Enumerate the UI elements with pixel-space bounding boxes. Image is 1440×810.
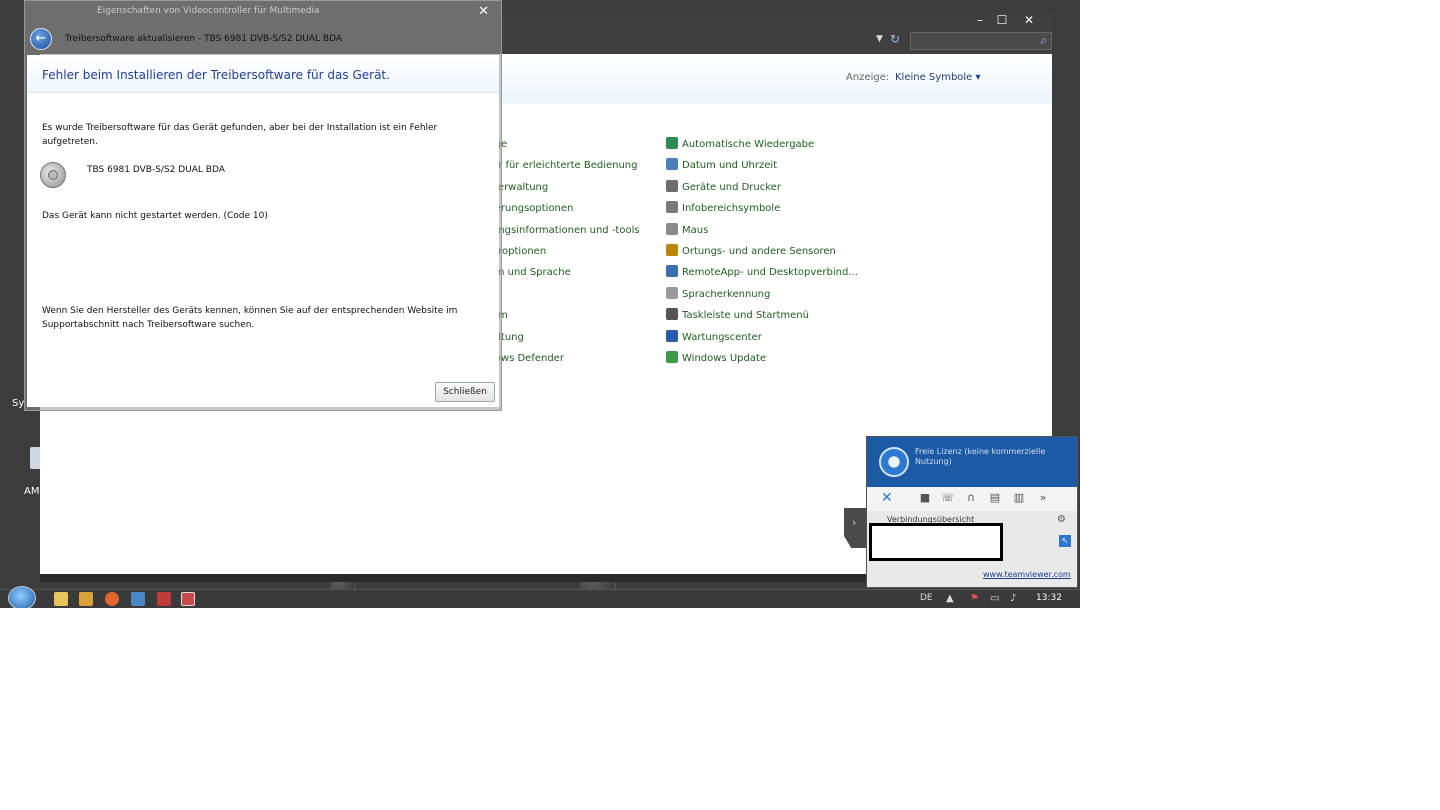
- more-icon[interactable]: »: [1037, 492, 1049, 504]
- control-panel-item[interactable]: Geräte und Drucker: [666, 179, 781, 196]
- view-label: Anzeige:: [846, 72, 890, 83]
- notification-icon: [666, 201, 678, 214]
- microphone-icon: [666, 286, 678, 299]
- action-center-flag-icon[interactable]: ⚑: [970, 593, 979, 604]
- control-panel-item[interactable]: Automatische Wiedergabe: [666, 137, 814, 153]
- teamviewer-header: Freie Lizenz (keine kommerzielle Nutzung…: [867, 437, 1077, 487]
- install-error-message: Es wurde Treibersoftware für das Gerät g…: [42, 123, 438, 147]
- control-panel-item-label: RemoteApp- und Desktopverbind...: [682, 267, 858, 279]
- control-panel-item-label: Maus: [682, 224, 709, 236]
- close-window-button[interactable]: ✕: [1017, 12, 1041, 28]
- autoplay-icon: [666, 137, 678, 149]
- desktop: Sy AM – ☐ ✕ ▼ ↻ ⌕ Anzeige: Kleine Symbol…: [0, 0, 1080, 608]
- dialog-body: Fehler beim Installieren der Treibersoft…: [27, 55, 499, 407]
- control-panel-item[interactable]: Ortungs- und andere Sensoren: [666, 244, 836, 260]
- vendor-hint-text: Wenn Sie den Hersteller des Geräts kenne…: [42, 306, 458, 330]
- control-panel-item[interactable]: Taskleiste und Startmenü: [666, 308, 809, 324]
- device-name: TBS 6981 DVB-S/S2 DUAL BDA: [87, 165, 225, 175]
- language-indicator[interactable]: DE: [920, 593, 933, 603]
- view-mode-dropdown[interactable]: Kleine Symbole ▾: [895, 72, 981, 83]
- dialog-heading: Fehler beim Installieren der Treibersoft…: [42, 68, 390, 82]
- license-text: Freie Lizenz (keine kommerzielle Nutzung…: [915, 447, 1046, 466]
- control-panel-item[interactable]: Spracherkennung: [666, 286, 771, 303]
- network-icon[interactable]: ▭: [990, 593, 999, 604]
- teamviewer-panel: Freie Lizenz (keine kommerzielle Nutzung…: [866, 436, 1078, 588]
- driver-update-dialog: Eigenschaften von Videocontroller für Mu…: [24, 0, 502, 411]
- control-panel-item[interactable]: on und Sprache: [492, 265, 571, 281]
- volume-icon[interactable]: ♪: [1010, 593, 1016, 604]
- firefox-icon[interactable]: [105, 592, 119, 606]
- control-panel-item-label: Automatische Wiedergabe: [682, 139, 815, 150]
- remoteapp-icon: [666, 265, 678, 278]
- control-panel-item[interactable]: Windows Update: [666, 351, 766, 367]
- chevron-right-icon: ›: [852, 516, 857, 529]
- speaker-device-icon: [40, 162, 66, 188]
- control-panel-item[interactable]: er für erleichterte Bedienung: [492, 158, 638, 174]
- control-panel-item-label: Taskleiste und Startmenü: [682, 310, 809, 322]
- video-icon[interactable]: ■: [919, 492, 931, 504]
- search-input[interactable]: ⌕: [910, 32, 1052, 50]
- media-player-icon[interactable]: [79, 592, 93, 606]
- control-panel-item-label: Geräte und Drucker: [682, 181, 781, 193]
- start-button[interactable]: [8, 586, 36, 608]
- chat-icon[interactable]: ▤: [989, 492, 1001, 504]
- desktop-icon-label[interactable]: AM: [24, 486, 39, 497]
- control-panel-item-label: Wartungscenter: [682, 331, 762, 343]
- desktop-icon-label[interactable]: Sy: [12, 398, 24, 409]
- computer-icon[interactable]: [131, 592, 145, 606]
- phone-icon[interactable]: ☏: [941, 492, 955, 504]
- refresh-icon[interactable]: ↻: [890, 32, 900, 46]
- control-panel-item[interactable]: RemoteApp- und Desktopverbind...: [666, 265, 858, 281]
- windows-update-icon: [666, 351, 678, 363]
- explorer-icon[interactable]: [54, 592, 68, 606]
- control-panel-item[interactable]: Infobereichsymbole: [666, 201, 780, 217]
- file-transfer-icon[interactable]: ▥: [1013, 492, 1025, 504]
- clock[interactable]: 13:32: [1036, 593, 1062, 603]
- printer-icon: [666, 179, 678, 192]
- teamviewer-toolbar: ✕ ■ ☏ ∩ ▤ ▥ »: [867, 487, 1077, 511]
- properties-window-strip: Eigenschaften von Videocontroller für Mu…: [25, 1, 501, 25]
- close-icon[interactable]: ✕: [478, 4, 489, 19]
- show-hidden-icons-icon[interactable]: ▲: [946, 593, 954, 604]
- control-panel-item-label: Infobereichsymbole: [682, 203, 781, 215]
- maximize-button[interactable]: ☐: [990, 12, 1014, 28]
- mouse-icon: [666, 222, 678, 235]
- control-panel-item[interactable]: Maus: [666, 222, 709, 239]
- control-panel-item-label: Datum und Uhrzeit: [682, 160, 778, 172]
- redacted-box: [869, 523, 1003, 561]
- flag-icon: [666, 329, 678, 342]
- control-panel-item-label: Windows Update: [682, 353, 767, 364]
- teamviewer-logo-icon: [879, 447, 909, 477]
- dialog-heading-bar: Fehler beim Installieren der Treibersoft…: [27, 55, 499, 93]
- active-app-icon[interactable]: [181, 592, 195, 606]
- app-icon[interactable]: [157, 592, 171, 606]
- control-panel-item[interactable]: Wartungscenter: [666, 329, 762, 346]
- taskbar-icon: [666, 308, 678, 321]
- search-icon[interactable]: ⌕: [1040, 33, 1047, 48]
- error-code-text: Das Gerät kann nicht gestartet werden. (…: [42, 211, 268, 221]
- control-panel-item-label: Ortungs- und andere Sensoren: [682, 246, 836, 257]
- headset-icon[interactable]: ∩: [965, 492, 977, 504]
- teamviewer-link[interactable]: www.teamviewer.com: [983, 570, 1071, 579]
- control-panel-item[interactable]: Datum und Uhrzeit: [666, 158, 777, 174]
- cursor-icon[interactable]: ↖: [1059, 535, 1071, 547]
- close-session-icon[interactable]: ✕: [881, 490, 893, 506]
- sensor-icon: [666, 244, 678, 256]
- minimize-button[interactable]: –: [968, 12, 992, 28]
- control-panel-item-label: Spracherkennung: [682, 288, 771, 300]
- clock-icon: [666, 158, 678, 171]
- back-arrow-icon[interactable]: ←: [30, 28, 52, 50]
- control-panel-item[interactable]: lows Defender: [492, 351, 564, 367]
- dialog-title: Treibersoftware aktualisieren - TBS 6981…: [65, 34, 342, 44]
- control-panel-item[interactable]: ungsinformationen und -tools: [492, 223, 640, 239]
- control-panel-item[interactable]: ierungsoptionen: [492, 201, 573, 217]
- properties-window-title: Eigenschaften von Videocontroller für Mu…: [97, 6, 320, 16]
- gear-icon[interactable]: ⚙: [1057, 514, 1066, 525]
- chevron-down-icon[interactable]: ▼: [876, 34, 883, 44]
- close-button[interactable]: Schließen: [435, 382, 495, 402]
